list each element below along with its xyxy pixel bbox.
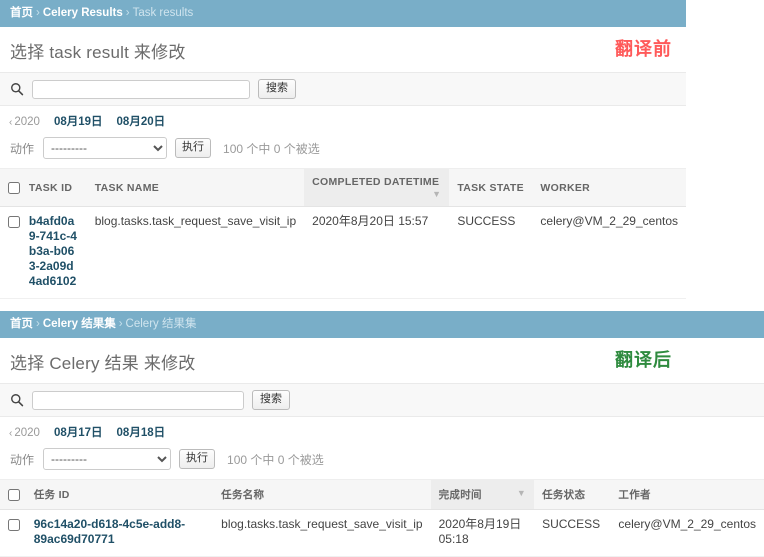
column-header-task-state[interactable]: 任务状态: [534, 480, 611, 510]
date-back-arrow[interactable]: ‹: [9, 428, 12, 439]
annotation-after: 翻译后: [615, 350, 672, 370]
results-table: TASK ID TASK NAME COMPLETED DATETIME ▼ TA…: [0, 169, 686, 299]
select-all-checkbox[interactable]: [8, 488, 20, 501]
column-header-label: 完成时间: [438, 489, 482, 501]
column-header-task-id[interactable]: 任务 ID: [25, 480, 214, 510]
cell-task-name: blog.tasks.task_request_save_visit_ip: [86, 206, 305, 299]
breadcrumb-separator: ›: [125, 7, 130, 19]
results-table-head: TASK ID TASK NAME COMPLETED DATETIME ▼ TA…: [0, 169, 686, 207]
actions-label: 动作: [10, 141, 35, 156]
section-gap: [0, 299, 764, 311]
date-day-1[interactable]: 08月17日: [54, 427, 103, 439]
page-title: 选择 Celery 结果 来修改: [10, 354, 196, 373]
date-year: 2020: [14, 116, 40, 128]
breadcrumb-app[interactable]: Celery Results: [43, 7, 123, 19]
date-day-1[interactable]: 08月19日: [54, 116, 103, 128]
row-select-cell: [0, 206, 21, 299]
breadcrumb-separator: ›: [36, 7, 40, 19]
actions-select[interactable]: ---------: [43, 448, 172, 470]
breadcrumb-home[interactable]: 首页: [10, 7, 33, 19]
admin-panel-before: 首页 › Celery Results › Task results 选择 task r…: [0, 0, 686, 299]
search-input[interactable]: [32, 390, 244, 410]
results-table: 任务 ID 任务名称 完成时间 ▼ 任务状态 工作者 96c14a20-d618-…: [0, 480, 764, 557]
column-header-task-state[interactable]: TASK STATE: [449, 169, 533, 207]
breadcrumb-app[interactable]: Celery 结果集: [43, 318, 116, 330]
search-bar: 搜索: [0, 383, 764, 417]
search-bar: 搜索: [0, 72, 686, 106]
title-row-before: 选择 task result 来修改 翻译前: [0, 27, 686, 72]
select-all-checkbox[interactable]: [8, 181, 20, 194]
cell-task-id: 96c14a20-d618-4c5e-add8-89ac69d70771: [25, 509, 214, 557]
search-icon: [11, 83, 24, 96]
search-button[interactable]: 搜索: [252, 390, 290, 410]
breadcrumb: 首页 › Celery Results › Task results: [0, 0, 686, 27]
cell-task-name: blog.tasks.task_request_save_visit_ip: [213, 509, 431, 557]
column-header-worker[interactable]: WORKER: [532, 169, 686, 207]
actions-selection-count: 100 个中 0 个被选: [223, 141, 320, 156]
search-icon: [11, 394, 24, 407]
results-table-head: 任务 ID 任务名称 完成时间 ▼ 任务状态 工作者: [0, 480, 764, 510]
select-all-header: [0, 480, 26, 510]
row-select-cell: [0, 509, 26, 557]
breadcrumb-current: Celery 结果集: [125, 318, 197, 330]
table-header-row: 任务 ID 任务名称 完成时间 ▼ 任务状态 工作者: [0, 480, 764, 510]
column-header-worker[interactable]: 工作者: [610, 480, 764, 510]
actions-selection-count: 100 个中 0 个被选: [227, 452, 324, 467]
breadcrumb: 首页 › Celery 结果集 › Celery 结果集: [0, 311, 764, 338]
breadcrumb-separator: ›: [118, 318, 123, 330]
row-select-checkbox[interactable]: [8, 518, 20, 531]
column-header-task-name[interactable]: TASK NAME: [86, 169, 305, 207]
date-day-2[interactable]: 08月20日: [117, 116, 166, 128]
actions-go-button[interactable]: 执行: [175, 138, 212, 158]
breadcrumb-separator: ›: [36, 318, 40, 330]
task-id-link[interactable]: 96c14a20-d618-4c5e-add8-89ac69d70771: [34, 517, 185, 546]
breadcrumb-current: Task results: [132, 7, 194, 19]
date-year: 2020: [14, 427, 40, 439]
actions-select[interactable]: ---------: [43, 137, 168, 159]
date-hierarchy: ‹ 2020 08月19日 08月20日: [0, 106, 686, 135]
actions-label: 动作: [10, 452, 35, 467]
cell-task-state: SUCCESS: [449, 206, 533, 299]
cell-completed-datetime: 2020年8月20日 15:57: [304, 206, 450, 299]
column-header-task-name[interactable]: 任务名称: [213, 480, 431, 510]
sort-descending-icon[interactable]: ▼: [432, 189, 441, 199]
results-table-body: b4afd0a9-741c-4b3a-b063-2a09d4ad6102 blo…: [0, 206, 686, 299]
breadcrumb-home[interactable]: 首页: [10, 318, 33, 330]
title-row-after: 选择 Celery 结果 来修改 翻译后: [0, 338, 764, 383]
table-row: b4afd0a9-741c-4b3a-b063-2a09d4ad6102 blo…: [0, 206, 686, 299]
task-id-link[interactable]: b4afd0a9-741c-4b3a-b063-2a09d4ad6102: [29, 214, 77, 288]
row-select-checkbox[interactable]: [8, 215, 20, 228]
cell-task-id: b4afd0a9-741c-4b3a-b063-2a09d4ad6102: [20, 206, 87, 299]
admin-panel-after: 首页 › Celery 结果集 › Celery 结果集 选择 Celery 结果 来修…: [0, 311, 764, 557]
date-back-arrow[interactable]: ‹: [9, 117, 12, 128]
search-input[interactable]: [32, 79, 250, 99]
column-header-completed-datetime[interactable]: 完成时间 ▼: [430, 480, 535, 510]
cell-worker: celery@VM_2_29_centos: [532, 206, 686, 299]
date-hierarchy: ‹ 2020 08月17日 08月18日: [0, 417, 764, 446]
column-header-task-id[interactable]: TASK ID: [20, 169, 87, 207]
annotation-before: 翻译前: [615, 39, 672, 59]
page-title: 选择 task result 来修改: [10, 43, 186, 62]
column-header-completed-datetime[interactable]: COMPLETED DATETIME ▼: [304, 169, 450, 207]
actions-row: 动作 --------- 执行 100 个中 0 个被选: [0, 446, 764, 480]
table-row: 96c14a20-d618-4c5e-add8-89ac69d70771 blo…: [0, 509, 764, 557]
actions-go-button[interactable]: 执行: [179, 449, 216, 469]
cell-completed-datetime: 2020年8月19日 05:18: [430, 509, 535, 557]
table-header-row: TASK ID TASK NAME COMPLETED DATETIME ▼ TA…: [0, 169, 686, 207]
actions-row: 动作 --------- 执行 100 个中 0 个被选: [0, 135, 686, 169]
column-header-label: COMPLETED DATETIME: [312, 176, 440, 188]
cell-task-state: SUCCESS: [534, 509, 611, 557]
sort-descending-icon[interactable]: ▼: [517, 488, 526, 498]
select-all-header: [0, 169, 21, 207]
results-table-body: 96c14a20-d618-4c5e-add8-89ac69d70771 blo…: [0, 509, 764, 557]
cell-worker: celery@VM_2_29_centos: [610, 509, 764, 557]
search-button[interactable]: 搜索: [258, 79, 296, 99]
date-day-2[interactable]: 08月18日: [117, 427, 166, 439]
